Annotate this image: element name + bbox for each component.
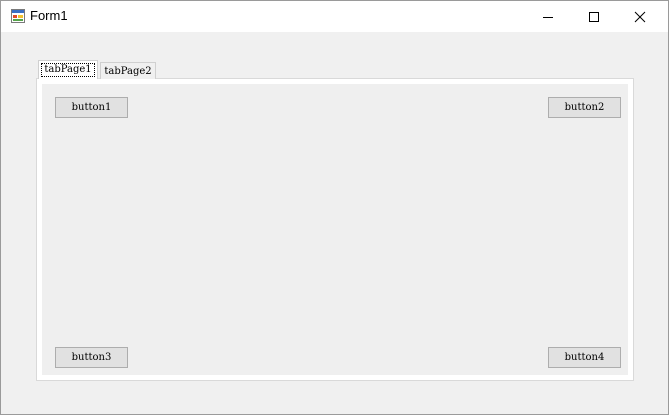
tab-page-content [42, 84, 628, 375]
button3[interactable]: button3 [55, 347, 128, 368]
form-client-area: tabPage1 tabPage2 button1 button2 button… [1, 32, 668, 414]
form-app-icon [11, 9, 25, 23]
window-title: Form1 [30, 8, 68, 23]
maximize-button[interactable] [571, 1, 617, 32]
tab-focus-rectangle [41, 63, 95, 77]
button2[interactable]: button2 [548, 97, 621, 118]
minimize-button[interactable] [525, 1, 571, 32]
tab-tabpage2[interactable]: tabPage2 [100, 62, 156, 79]
title-bar[interactable]: Form1 [1, 1, 668, 32]
tab-page-panel [36, 78, 634, 381]
maximize-icon [589, 11, 599, 22]
button1[interactable]: button1 [55, 97, 128, 118]
button4[interactable]: button4 [548, 347, 621, 368]
tab-tabpage1[interactable]: tabPage1 [38, 60, 98, 79]
close-icon [634, 11, 646, 22]
close-button[interactable] [617, 1, 663, 32]
tab-label: tabPage2 [104, 66, 152, 77]
minimize-icon [543, 16, 553, 18]
form1-window: Form1 tabPage1 tabPage2 button1 button2 … [0, 0, 669, 415]
